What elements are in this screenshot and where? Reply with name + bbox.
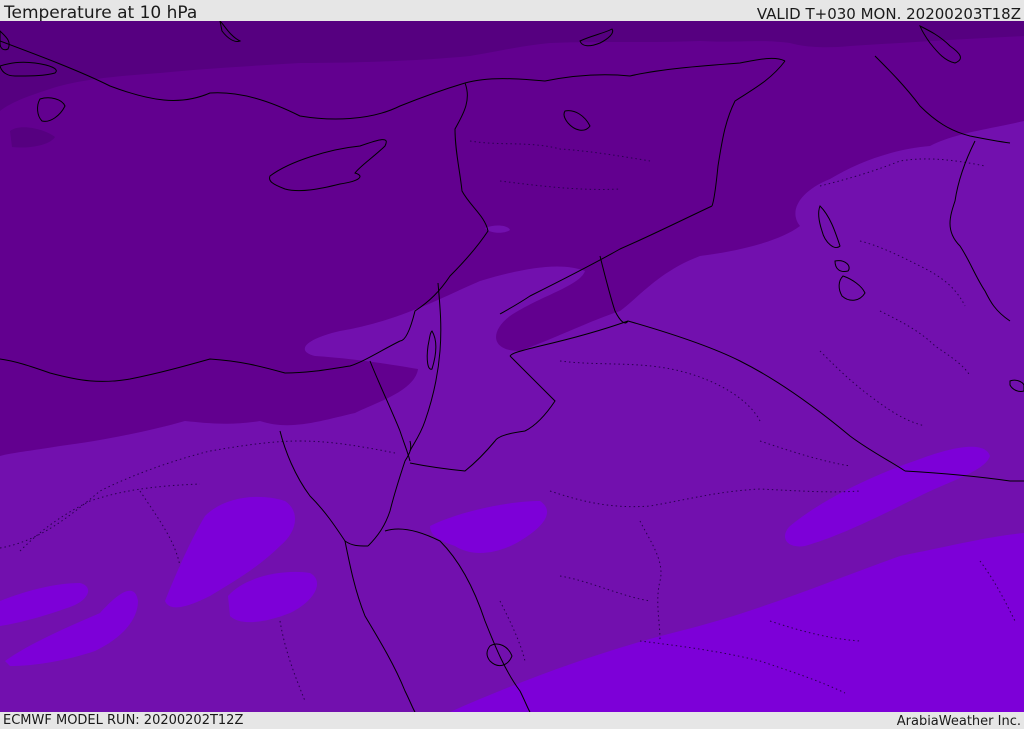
header-bar: Temperature at 10 hPa VALID T+030 MON. 2…: [0, 0, 1024, 23]
credit-label: ArabiaWeather Inc.: [896, 714, 1021, 729]
map-canvas: [0, 21, 1024, 712]
model-run-label: ECMWF MODEL RUN: 20200202T12Z: [3, 713, 244, 728]
temperature-map: [0, 21, 1024, 712]
footer-bar: ECMWF MODEL RUN: 20200202T12Z ArabiaWeat…: [0, 712, 1024, 729]
map-title: Temperature at 10 hPa: [4, 3, 198, 23]
map-frame: Temperature at 10 hPa VALID T+030 MON. 2…: [0, 0, 1024, 729]
